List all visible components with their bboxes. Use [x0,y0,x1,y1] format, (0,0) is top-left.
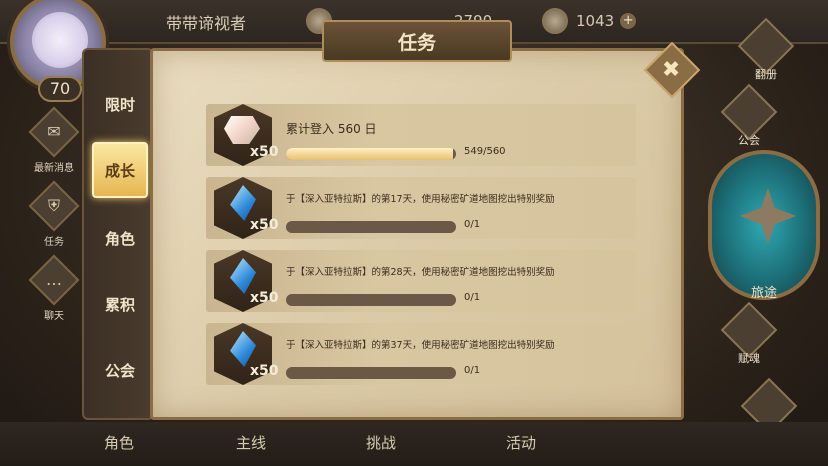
progress-value: 0/1 [464,219,481,230]
side-item-label: 聊天 [44,311,64,322]
task-row[interactable]: x50 于【深入亚特拉斯】的第28天，使用秘密矿道地图挖出特别奖励 0/1 [206,250,636,312]
progress-value: 0/1 [464,292,481,303]
reward-qty: x50 [250,144,279,160]
progress-fill [286,148,453,160]
side-item-label: 任务 [44,237,64,248]
side-item-tasks[interactable]: ⛨ 任务 [28,180,80,248]
tab-guild[interactable]: 公会 [92,342,148,398]
nav-label: 赋魂 [738,352,760,365]
reward-icon-frame: x50 [210,173,279,245]
currency-2[interactable]: 1043 + [542,8,637,34]
reward-icon-frame: x50 [210,319,279,391]
task-title: 于【深入亚特拉斯】的第37天，使用秘密矿道地图挖出特别奖励 [286,340,555,351]
bottom-nav-events[interactable]: 活动 [506,432,536,453]
journey-button[interactable]: 旅途 [708,150,820,301]
mail-icon: ✉ [47,122,61,141]
nav-guild[interactable]: 公会 [718,83,780,148]
progress-value: 0/1 [464,365,481,376]
reward-qty: x50 [250,363,279,379]
nav-label: 翻册 [755,68,777,81]
avatar-portrait [32,12,88,68]
chat-icon: … [46,270,62,289]
gem-icon [542,8,568,34]
bottom-nav-challenge[interactable]: 挑战 [366,432,396,453]
tab-growth[interactable]: 成长 [92,142,148,198]
tab-limited[interactable]: 限时 [92,76,148,132]
side-item-news[interactable]: ✉ 最新消息 [28,106,80,174]
task-row[interactable]: x50 累计登入 560 日 549/560 [206,104,636,166]
panel-title: 任务 [322,20,512,62]
side-item-chat[interactable]: … 聊天 [28,254,80,322]
level-badge: 70 [38,76,82,102]
reward-qty: x50 [250,217,279,233]
shield-icon: ⛨ [47,196,60,215]
nav-book[interactable]: 翻册 [735,17,797,82]
reward-icon-frame: x50 [210,246,279,318]
tab-cumulative[interactable]: 累积 [92,276,148,332]
category-tabs: 限时 成长 角色 累积 公会 [82,48,154,420]
journey-label: 旅途 [750,286,777,301]
task-title: 于【深入亚特拉斯】的第28天，使用秘密矿道地图挖出特别奖励 [286,267,555,278]
add-currency-button[interactable]: + [620,13,637,29]
side-item-label: 最新消息 [34,163,74,174]
progress-bar [286,148,456,160]
progress-bar [286,367,456,379]
task-title: 累计登入 560 日 [286,122,377,136]
journey-emblem-icon [740,188,796,244]
close-icon: ✖ [661,57,681,83]
reward-qty: x50 [250,290,279,306]
progress-value: 549/560 [464,146,506,157]
nav-soul[interactable]: 赋魂 [718,301,780,366]
side-nav: ✉ 最新消息 ⛨ 任务 … 聊天 [28,106,84,332]
bottom-nav-character[interactable]: 角色 [104,432,134,453]
nav-label: 公会 [738,134,760,147]
task-title: 于【深入亚特拉斯】的第17天，使用秘密矿道地图挖出特别奖励 [286,194,555,205]
tab-character[interactable]: 角色 [92,210,148,266]
progress-bar [286,294,456,306]
reward-icon-frame: x50 [210,100,279,172]
progress-bar [286,221,456,233]
bottom-nav-main[interactable]: 主线 [236,432,266,453]
player-name: 带带谛视者 [166,14,247,33]
task-row[interactable]: x50 于【深入亚特拉斯】的第37天，使用秘密矿道地图挖出特别奖励 0/1 [206,323,636,385]
task-row[interactable]: x50 于【深入亚特拉斯】的第17天，使用秘密矿道地图挖出特别奖励 0/1 [206,177,636,239]
currency-2-value: 1043 [576,12,615,30]
